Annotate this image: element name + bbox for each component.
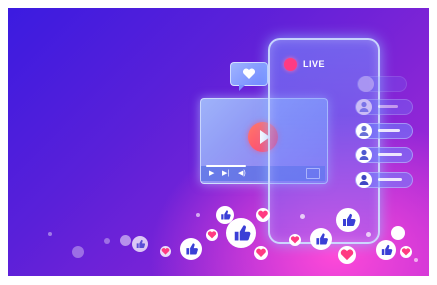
viewer-name-line bbox=[378, 178, 402, 181]
viewer-name-line bbox=[378, 105, 398, 108]
heart-icon bbox=[400, 246, 412, 258]
viewer-item bbox=[355, 172, 413, 188]
avatar bbox=[356, 172, 372, 188]
heart-icon bbox=[206, 229, 218, 241]
thumbs-up-icon bbox=[132, 236, 148, 252]
viewer-name-line bbox=[378, 129, 400, 132]
heart-icon bbox=[254, 246, 268, 260]
sparkle-dot bbox=[414, 258, 418, 262]
thumbs-up-icon bbox=[180, 238, 202, 260]
heart-icon bbox=[256, 208, 270, 222]
thumbs-up-icon bbox=[310, 228, 332, 250]
user-icon bbox=[359, 174, 369, 185]
thumbs-up-icon bbox=[72, 246, 84, 258]
play-small-icon[interactable]: ▶ bbox=[209, 170, 214, 178]
avatar bbox=[356, 123, 372, 139]
sparkle-dot bbox=[300, 214, 305, 219]
heart-icon bbox=[242, 68, 256, 79]
sparkle-dot bbox=[48, 232, 52, 236]
avatar bbox=[358, 76, 374, 92]
sparkle-dot bbox=[104, 238, 110, 244]
viewer-item bbox=[355, 147, 413, 163]
thumbs-up-icon bbox=[336, 208, 360, 232]
viewer-item bbox=[355, 99, 413, 115]
heart-icon bbox=[289, 234, 301, 246]
live-label: LIVE bbox=[303, 59, 326, 69]
skip-icon[interactable]: ▶| bbox=[222, 170, 229, 178]
user-icon bbox=[359, 149, 369, 160]
avatar bbox=[356, 99, 372, 115]
user-icon bbox=[359, 101, 369, 112]
heart-icon bbox=[120, 235, 131, 246]
heart-icon bbox=[160, 246, 171, 257]
thumbs-up-icon bbox=[391, 226, 405, 240]
heart-icon bbox=[338, 246, 356, 264]
progress-bar-played bbox=[206, 165, 246, 167]
thumbs-up-icon bbox=[216, 206, 234, 224]
avatar bbox=[356, 147, 372, 163]
thumbs-up-icon bbox=[376, 240, 396, 260]
viewer-item bbox=[357, 76, 407, 92]
viewer-name-line bbox=[378, 153, 402, 156]
heart-bubble bbox=[230, 62, 268, 91]
live-indicator-dot bbox=[284, 58, 297, 71]
sparkle-dot bbox=[196, 213, 200, 217]
volume-icon[interactable]: ◀) bbox=[238, 170, 246, 178]
viewer-item bbox=[355, 123, 413, 139]
user-icon bbox=[359, 125, 369, 136]
sparkle-dot bbox=[366, 232, 371, 237]
